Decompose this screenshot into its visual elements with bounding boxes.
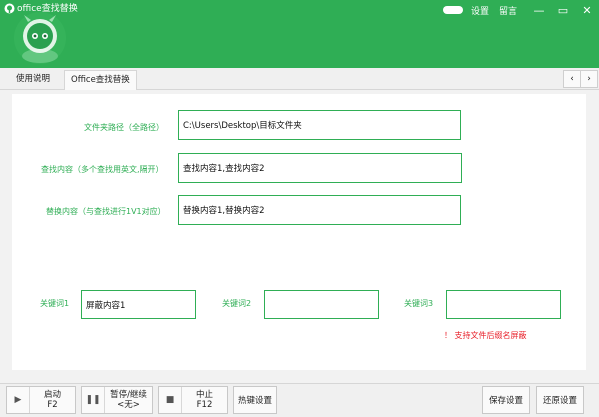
keyword-3-label: 关键词3 [404,299,434,308]
header: office查找替换 设置 留言 — ▭ ✕ [0,0,599,68]
save-settings-button[interactable]: 保存设置 [482,386,530,414]
find-content-label: 查找内容（多个查找用英文,隔开） [41,165,164,174]
user-badge[interactable] [442,6,463,14]
replace-content-label: 替换内容（与查找进行1V1对应） [46,207,166,216]
hotkey-settings-button[interactable]: 热键设置 [233,386,277,414]
mascot-logo-icon [14,12,66,64]
message-link[interactable]: 留言 [499,4,517,17]
tab-bar: 使用说明 Office查找替换 ‹ › [0,68,599,90]
start-button[interactable]: ▶ 启动 F2 [6,386,76,414]
pause-label: 暂停/继续 [110,390,147,400]
keyword-2-label: 关键词2 [222,299,252,308]
settings-link[interactable]: 设置 [471,4,489,17]
tab-office-replace[interactable]: Office查找替换 [64,70,137,90]
folder-path-label: 文件夹路径（全路径） [84,123,164,132]
replace-content-input[interactable]: 替换内容1,替换内容2 [178,195,461,225]
start-hotkey: F2 [47,400,58,410]
suffix-block-warning: ！ 支持文件后缀名屏蔽 [444,331,527,340]
close-button[interactable]: ✕ [575,0,599,20]
stop-hotkey: F12 [196,400,213,410]
pause-hotkey: <无> [117,400,140,410]
tab-next-button[interactable]: › [580,70,598,88]
title-bar-controls: 设置 留言 — ▭ ✕ [442,0,599,20]
bottom-toolbar: ▶ 启动 F2 ❚❚ 暂停/继续 <无> ■ 中止 F12 热键设置 保存设置 … [0,383,599,417]
tab-instructions[interactable]: 使用说明 [10,70,56,89]
stop-button[interactable]: ■ 中止 F12 [158,386,228,414]
stop-label: 中止 [195,390,213,400]
pause-icon: ❚❚ [82,387,105,413]
folder-path-input[interactable]: C:\Users\Desktop\目标文件夹 [178,110,461,140]
restore-button[interactable]: ▭ [551,0,575,20]
tab-prev-button[interactable]: ‹ [563,70,581,88]
keyword-1-label: 关键词1 [40,299,70,308]
keyword-1-input[interactable]: 屏蔽内容1 [81,290,196,319]
restore-settings-button[interactable]: 还原设置 [536,386,584,414]
find-content-input[interactable]: 查找内容1,查找内容2 [178,153,462,183]
minimize-button[interactable]: — [527,0,551,20]
keyword-3-input[interactable] [446,290,561,319]
keyword-2-input[interactable] [264,290,379,319]
play-icon: ▶ [7,387,30,413]
pause-resume-button[interactable]: ❚❚ 暂停/继续 <无> [81,386,153,414]
stop-icon: ■ [159,387,182,413]
start-label: 启动 [43,390,61,400]
main-panel: 文件夹路径（全路径） C:\Users\Desktop\目标文件夹 查找内容（多… [12,94,586,370]
